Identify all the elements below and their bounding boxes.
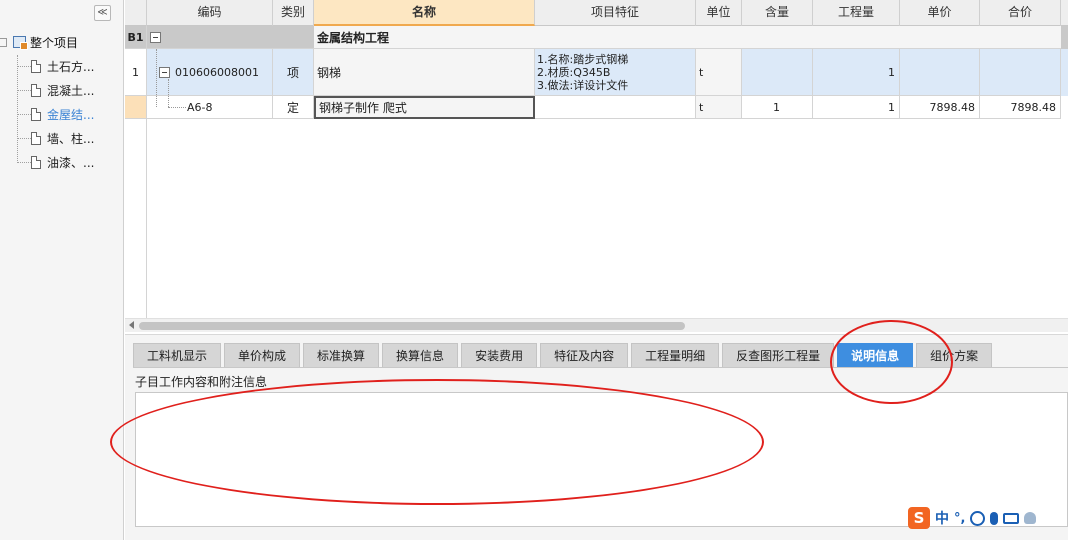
cell-content[interactable]: 1 [742, 96, 813, 119]
cell-code[interactable]: A6-8 [147, 96, 273, 119]
grid-header: 编码 类别 名称 项目特征 单位 含量 工程量 单价 合价 [125, 0, 1068, 26]
cell-category[interactable]: 项 [273, 49, 314, 96]
tab-description-info[interactable]: 说明信息 [837, 343, 914, 367]
document-icon [31, 59, 41, 73]
cell-content[interactable] [742, 49, 813, 96]
cell-code[interactable]: 010606008001 [147, 49, 273, 96]
microphone-icon[interactable] [990, 511, 999, 525]
cell-unit-price[interactable] [900, 49, 980, 96]
document-icon [31, 83, 41, 97]
tree-item-earthwork[interactable]: 土石方... [17, 57, 94, 75]
cell-features[interactable]: 1.名称:踏步式钢梯 2.材质:Q345B 3.做法:详设计文件 [535, 49, 696, 96]
cell-unit[interactable]: t [696, 49, 742, 96]
collapse-panel-button[interactable]: ≪ [94, 5, 111, 21]
ime-punctuation-toggle[interactable]: °, [954, 511, 965, 526]
tab-labor-material-machine[interactable]: 工料机显示 [133, 343, 222, 367]
tree-root-label: 整个项目 [30, 35, 79, 50]
tab-installation-cost[interactable]: 安装费用 [461, 343, 538, 367]
cell-quantity[interactable]: 1 [813, 49, 900, 96]
section-tag: B1 [125, 26, 147, 49]
sogou-logo-icon[interactable]: S [908, 507, 930, 529]
cell-name-editing[interactable]: 钢梯子制作 爬式 [314, 96, 535, 119]
header-category[interactable]: 类别 [273, 0, 314, 26]
ime-toolbar: S 中 °, [908, 505, 1068, 531]
section-expander-cell[interactable] [147, 26, 314, 49]
user-icon[interactable] [1024, 512, 1037, 524]
tree-item-painting[interactable]: 油漆、... [17, 153, 94, 171]
collapse-box-icon[interactable] [150, 31, 161, 43]
tab-standard-conversion[interactable]: 标准换算 [303, 343, 380, 367]
tab-conversion-info[interactable]: 换算信息 [382, 343, 459, 367]
tree-item-walls-columns[interactable]: 墙、柱... [17, 129, 94, 147]
header-unit-price[interactable]: 单价 [900, 0, 980, 26]
header-rownum [125, 0, 147, 26]
tree-root-node[interactable]: 整个项目 [0, 33, 78, 51]
row-connector [168, 107, 186, 108]
bill-items-grid: 编码 类别 名称 项目特征 单位 含量 工程量 单价 合价 B1 金属结构工程 … [125, 0, 1068, 318]
header-total[interactable]: 合价 [980, 0, 1061, 26]
header-quantity[interactable]: 工程量 [813, 0, 900, 26]
tab-unit-price-composition[interactable]: 单价构成 [224, 343, 301, 367]
row-number [125, 96, 147, 119]
cell-total[interactable] [980, 49, 1061, 96]
cell-unit[interactable]: t [696, 96, 742, 119]
row-connector [156, 49, 157, 107]
tab-reverse-graphic-quantity[interactable]: 反查图形工程量 [722, 343, 835, 367]
project-folder-icon [13, 36, 28, 50]
tree-item-label: 墙、柱... [47, 131, 95, 146]
header-code[interactable]: 编码 [147, 0, 273, 26]
row-connector [168, 79, 169, 107]
document-icon [31, 107, 41, 121]
tab-features-content[interactable]: 特征及内容 [540, 343, 629, 367]
project-tree-panel: ≪ 整个项目 土石方... 混凝土... 金屋结... 墙、柱... 油漆、..… [0, 0, 124, 540]
tab-pricing-scheme[interactable]: 组价方案 [916, 343, 993, 367]
app-window: ≪ 整个项目 土石方... 混凝土... 金屋结... 墙、柱... 油漆、..… [0, 0, 1068, 540]
tree-item-metal-structure[interactable]: 金屋结... [17, 105, 94, 123]
cell-category[interactable]: 定 [273, 96, 314, 119]
header-content[interactable]: 含量 [742, 0, 813, 26]
document-icon [31, 155, 41, 169]
table-row[interactable]: A6-8 定 钢梯子制作 爬式 t 1 1 7898.48 7898.48 [125, 96, 1068, 119]
cell-total[interactable]: 7898.48 [980, 96, 1061, 119]
cell-name[interactable]: 钢梯 [314, 49, 535, 96]
cell-quantity[interactable]: 1 [813, 96, 900, 119]
tree-item-label: 金屋结... [47, 107, 95, 122]
document-icon [31, 131, 41, 145]
section-row[interactable]: B1 金属结构工程 [125, 26, 1068, 49]
header-features[interactable]: 项目特征 [535, 0, 696, 26]
section-title: 金属结构工程 [314, 26, 1061, 49]
tree-expander[interactable] [0, 37, 7, 47]
row-number: 1 [125, 49, 147, 96]
header-name[interactable]: 名称 [314, 0, 535, 26]
description-label: 子目工作内容和附注信息 [135, 375, 268, 389]
keyboard-icon[interactable] [1003, 512, 1020, 524]
header-unit[interactable]: 单位 [696, 0, 742, 26]
emoji-icon[interactable] [970, 510, 986, 526]
cell-features[interactable] [535, 96, 696, 119]
tree-item-label: 土石方... [47, 59, 95, 74]
detail-tabs: 工料机显示 单价构成 标准换算 换算信息 安装费用 特征及内容 工程量明细 反查… [133, 343, 995, 367]
ime-language-toggle[interactable]: 中 [935, 508, 949, 528]
tab-divider [133, 367, 1068, 368]
scroll-left-arrow-icon[interactable] [129, 321, 134, 329]
collapse-box-icon[interactable] [159, 66, 170, 78]
tree-item-concrete[interactable]: 混凝土... [17, 81, 94, 99]
cell-unit-price[interactable]: 7898.48 [900, 96, 980, 119]
scroll-thumb[interactable] [139, 322, 685, 330]
horizontal-scrollbar[interactable] [125, 318, 1068, 332]
table-row[interactable]: 1 010606008001 项 钢梯 1.名称:踏步式钢梯 2.材质:Q345… [125, 49, 1068, 96]
tab-quantity-details[interactable]: 工程量明细 [631, 343, 720, 367]
tree-item-label: 混凝土... [47, 83, 95, 98]
tree-item-label: 油漆、... [47, 155, 95, 170]
